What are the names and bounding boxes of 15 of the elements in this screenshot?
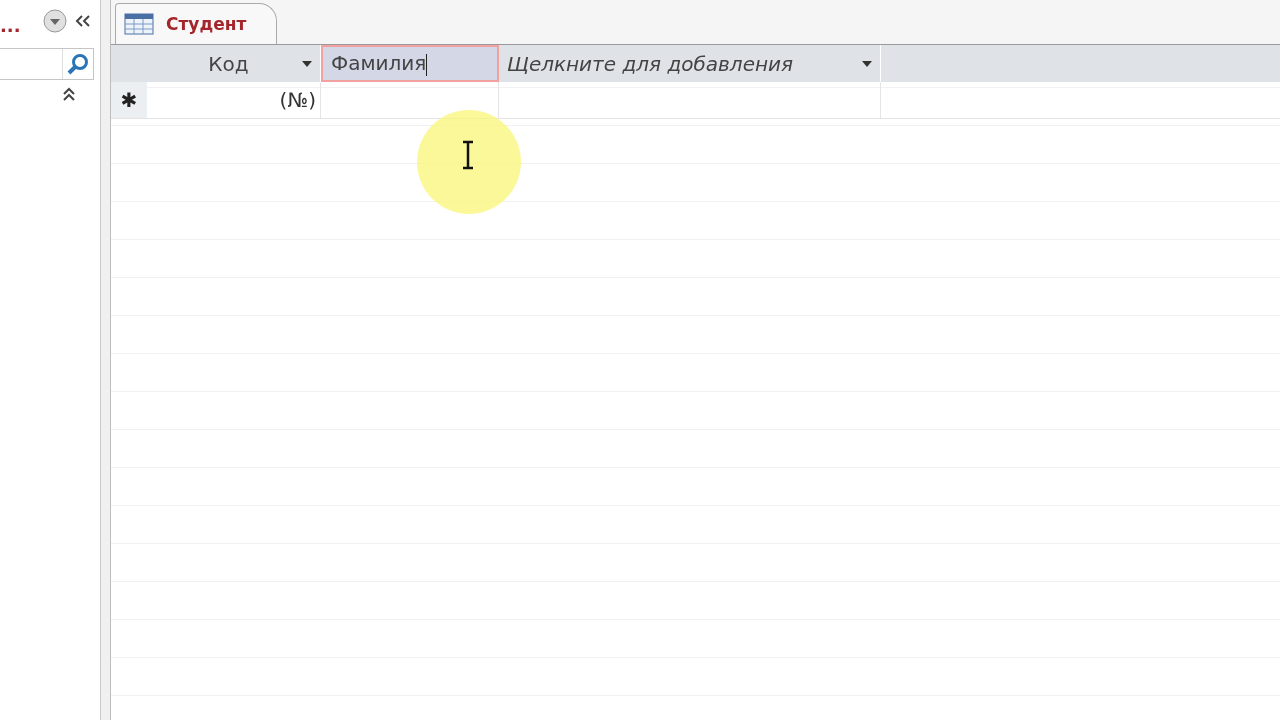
table-cell[interactable]: (№) — [147, 82, 321, 118]
collapse-up-icon[interactable] — [62, 86, 76, 102]
column-header[interactable]: Щелкните для добавления — [499, 45, 881, 82]
text-cursor-icon — [461, 140, 475, 170]
table-tab[interactable]: Студент — [115, 3, 278, 44]
column-header[interactable]: Фамилия — [321, 45, 499, 82]
dropdown-icon[interactable] — [42, 8, 68, 34]
new-record-marker: ✱ — [111, 82, 147, 118]
table-icon — [124, 13, 154, 35]
dropdown-arrow-icon[interactable] — [862, 60, 872, 67]
dropdown-arrow-icon[interactable] — [302, 60, 312, 67]
search-field[interactable] — [0, 48, 94, 80]
collapse-pane-icon[interactable] — [74, 13, 92, 29]
search-icon[interactable] — [66, 52, 90, 76]
navigation-pane-title: ... — [0, 14, 22, 36]
